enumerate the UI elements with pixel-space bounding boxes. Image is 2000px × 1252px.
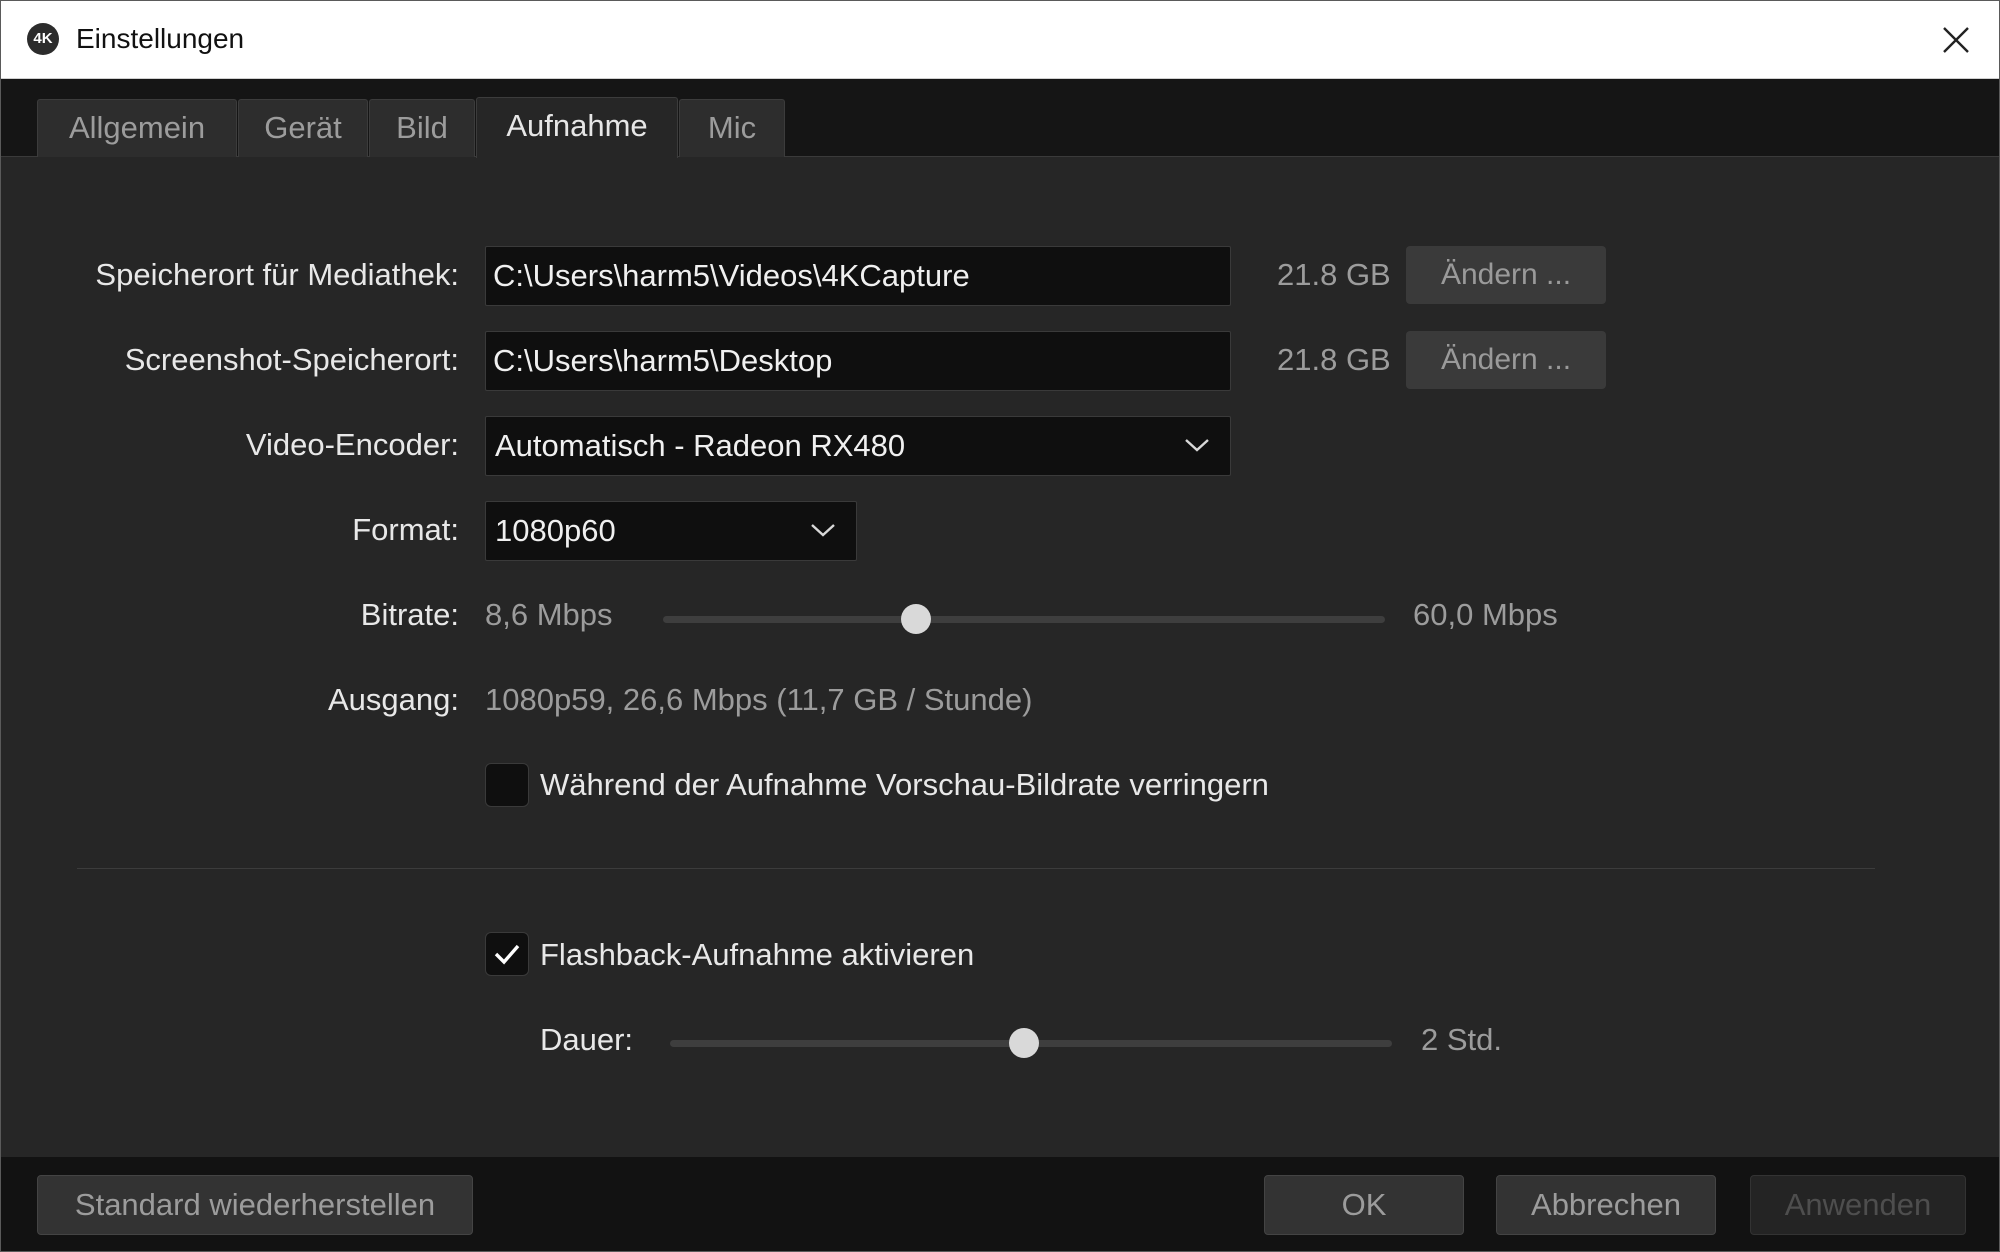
video-encoder-select[interactable]: Automatisch - Radeon RX480 [485, 416, 1231, 476]
format-value: 1080p60 [495, 513, 616, 548]
chevron-down-icon [811, 524, 835, 537]
checkmark-icon [494, 944, 520, 965]
bitrate-slider-thumb[interactable] [900, 604, 931, 634]
apply-button[interactable]: Anwenden [1750, 1175, 1966, 1235]
tab-aufnahme[interactable]: Aufnahme [476, 97, 678, 158]
restore-defaults-button[interactable]: Standard wiederherstellen [37, 1175, 473, 1235]
video-encoder-label: Video-Encoder: [245, 427, 459, 462]
bitrate-max-value: 60,0 Mbps [1413, 597, 1558, 632]
flashback-label: Flashback-Aufnahme aktivieren [540, 937, 975, 972]
dialog-footer: Standard wiederherstellen OK Abbrechen A… [1, 1157, 1999, 1251]
chevron-down-icon [1185, 439, 1209, 452]
change-screenshot-button[interactable]: Ändern ... [1406, 331, 1606, 389]
window-title: Einstellungen [76, 23, 245, 54]
bitrate-label: Bitrate: [360, 597, 459, 632]
library-free-space: 21.8 GB [1277, 257, 1391, 292]
reduce-preview-checkbox[interactable] [485, 763, 529, 807]
tab-allgemein[interactable]: Allgemein [37, 99, 237, 157]
section-divider [77, 868, 1875, 869]
cancel-button[interactable]: Abbrechen [1496, 1175, 1716, 1235]
output-label: Ausgang: [328, 682, 459, 717]
tab-bild[interactable]: Bild [369, 99, 475, 157]
duration-slider-track[interactable] [670, 1028, 1392, 1058]
output-value: 1080p59, 26,6 Mbps (11,7 GB / Stunde) [485, 682, 1033, 717]
screenshot-free-space: 21.8 GB [1277, 342, 1391, 377]
reduce-preview-label: Während der Aufnahme Vorschau-Bildrate v… [540, 767, 1269, 802]
library-location-label: Speicherort für Mediathek: [95, 257, 459, 292]
bitrate-min-value: 8,6 Mbps [485, 597, 613, 632]
ok-button[interactable]: OK [1264, 1175, 1464, 1235]
format-select[interactable]: 1080p60 [485, 501, 857, 561]
duration-value: 2 Std. [1421, 1022, 1502, 1057]
tab-geraet[interactable]: Gerät [238, 99, 368, 157]
flashback-checkbox[interactable] [485, 932, 529, 976]
duration-slider-thumb[interactable] [1008, 1028, 1039, 1058]
tab-mic[interactable]: Mic [679, 99, 785, 157]
app-logo-icon: 4K [27, 23, 59, 55]
change-library-button[interactable]: Ändern ... [1406, 246, 1606, 304]
format-label: Format: [352, 512, 459, 547]
close-button[interactable] [1911, 1, 1999, 79]
library-location-field[interactable]: C:\Users\harm5\Videos\4KCapture [485, 246, 1231, 306]
tab-strip: Allgemein Gerät Bild Aufnahme Mic [1, 79, 1999, 158]
bitrate-slider-track[interactable] [663, 604, 1385, 634]
close-icon [1943, 27, 1969, 53]
settings-window: 4K Einstellungen Allgemein Gerät Bild Au… [0, 0, 2000, 1252]
title-bar: 4K Einstellungen [1, 1, 1999, 79]
video-encoder-value: Automatisch - Radeon RX480 [495, 428, 906, 463]
screenshot-location-label: Screenshot-Speicherort: [124, 342, 459, 377]
screenshot-location-field[interactable]: C:\Users\harm5\Desktop [485, 331, 1231, 391]
duration-label: Dauer: [540, 1022, 634, 1057]
